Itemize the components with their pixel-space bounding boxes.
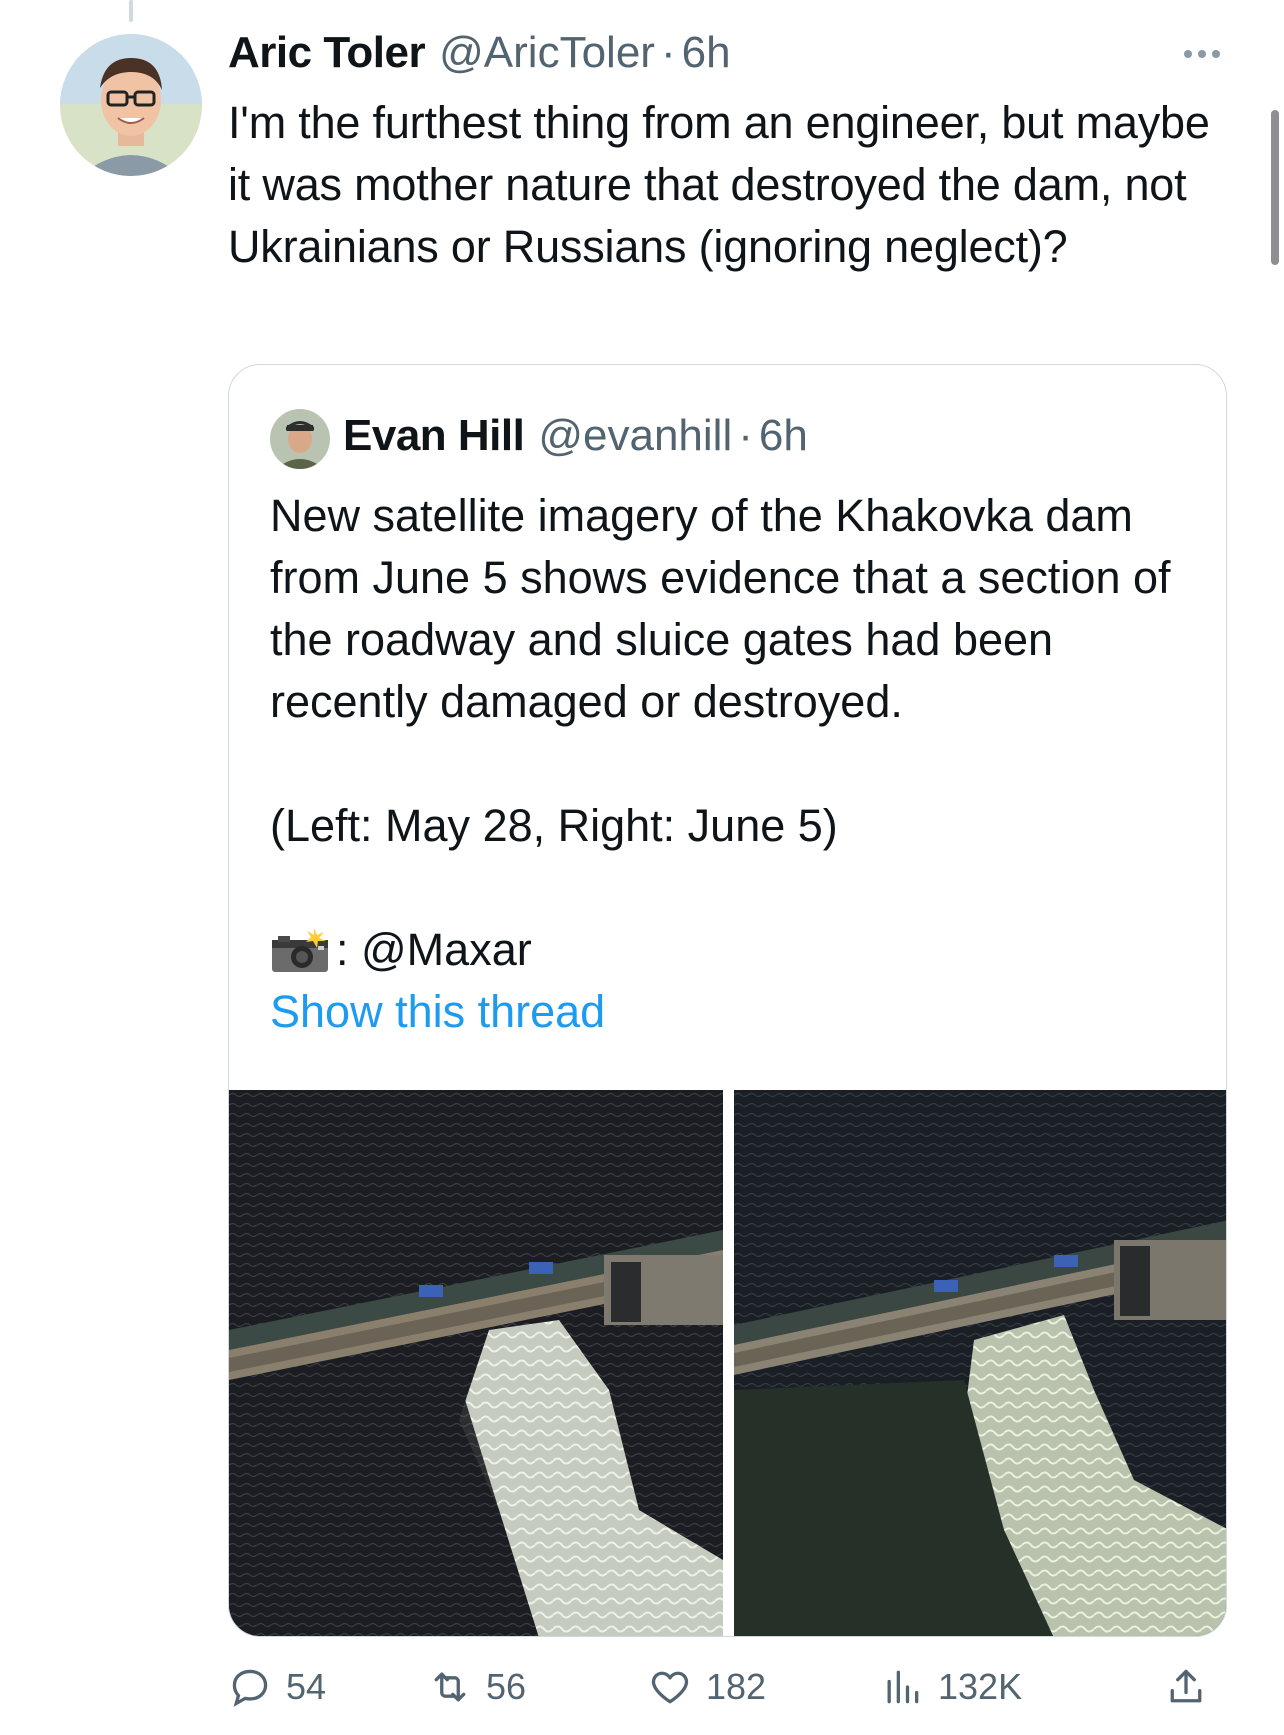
tweet-text: I'm the furthest thing from an engineer,… [228, 97, 1210, 272]
author-handle[interactable]: @AricToler [439, 28, 655, 78]
camera-flash-icon [270, 926, 330, 974]
tweet-header: Aric Toler @AricToler · 6h [228, 28, 731, 88]
share-icon [1170, 1669, 1202, 1703]
scrollbar[interactable] [1271, 110, 1279, 265]
thread-connector-line [129, 0, 133, 22]
retweet-count: 56 [486, 1666, 527, 1707]
reply-button[interactable]: 54 [228, 1665, 326, 1709]
photo-credit-text: : @Maxar [336, 924, 532, 975]
quoted-tweet-paragraph: New satellite imagery of the Khakovka da… [270, 490, 1171, 727]
quoted-tweet-card[interactable]: Evan Hill @evanhill · 6h New satellite i… [228, 364, 1227, 1637]
quoted-tweet-timestamp: 6h [758, 411, 808, 460]
quoted-author-handle: @evanhill [538, 411, 733, 460]
tweet-actions-bar: 54 56 182 132K [228, 1665, 1228, 1717]
like-count: 182 [706, 1666, 767, 1707]
satellite-image-left[interactable] [229, 1090, 724, 1636]
quoted-author-name: Evan Hill [343, 411, 525, 460]
more-options-icon[interactable] [1176, 42, 1228, 66]
quoted-tweet-date-note: (Left: May 28, Right: June 5) [270, 800, 838, 851]
views-count: 132K [938, 1666, 1023, 1707]
reply-icon [232, 1669, 268, 1707]
retweet-icon [434, 1672, 466, 1702]
author-name[interactable]: Aric Toler [228, 28, 426, 78]
quoted-tweet-header: Evan Hill @evanhill · 6h [343, 411, 808, 461]
like-icon [651, 1671, 689, 1704]
reply-count: 54 [286, 1666, 327, 1707]
show-thread-link[interactable]: Show this thread [270, 981, 1190, 1043]
views-button[interactable]: 132K [880, 1665, 1022, 1709]
satellite-image-right[interactable] [733, 1090, 1226, 1636]
quoted-tweet-body: New satellite imagery of the Khakovka da… [270, 485, 1190, 1043]
quoted-media-grid [229, 1090, 1226, 1636]
separator-dot: · [738, 411, 753, 460]
photo-credit-line: : @Maxar [270, 919, 1190, 981]
separator-dot: · [660, 28, 676, 77]
author-avatar[interactable] [60, 34, 202, 176]
retweet-button[interactable]: 56 [428, 1665, 526, 1709]
quoted-author-avatar [270, 409, 330, 469]
tweet-timestamp[interactable]: 6h [682, 28, 731, 78]
like-button[interactable]: 182 [648, 1665, 766, 1709]
views-icon [887, 1670, 919, 1704]
share-button[interactable] [1164, 1665, 1208, 1709]
